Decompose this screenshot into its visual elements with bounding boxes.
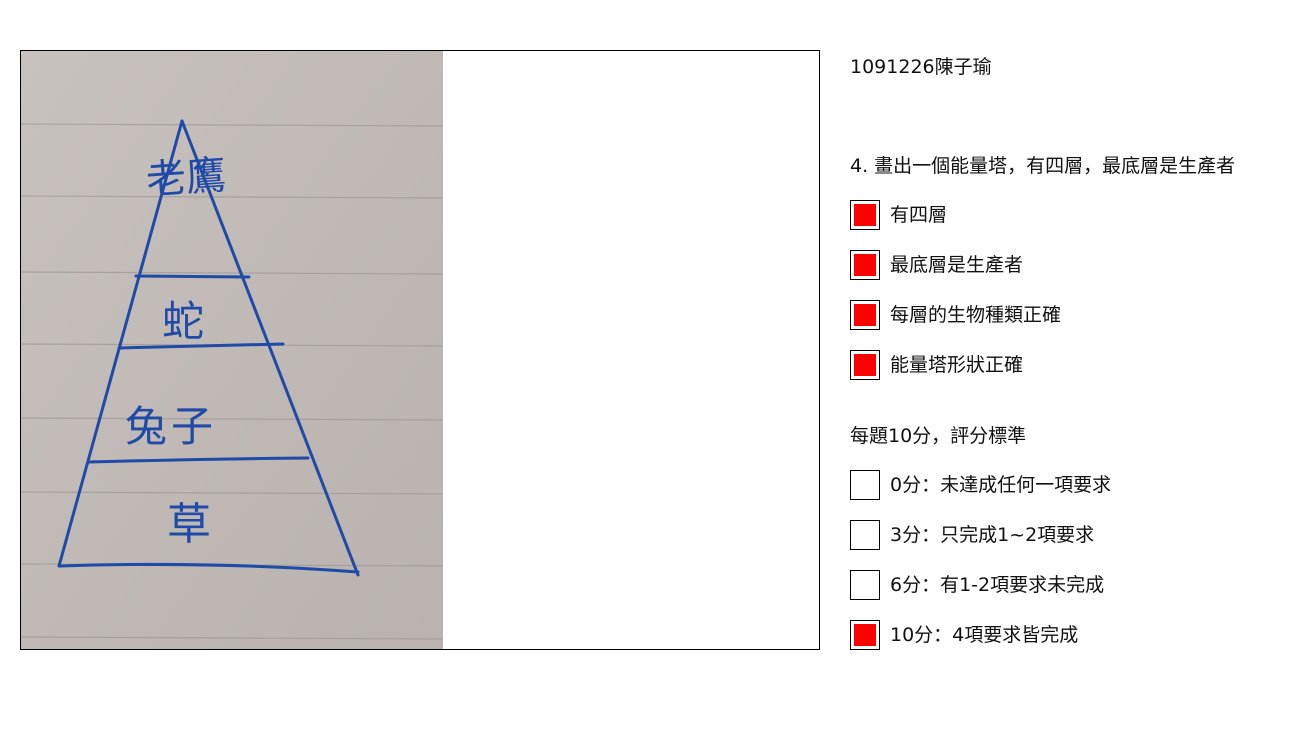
question-text: 4. 畫出一個能量塔，有四層，最底層是生產者 (850, 155, 1236, 177)
score-option-row-10[interactable]: 10分：4項要求皆完成 (850, 620, 1078, 650)
score-option-label-6: 6分：有1-2項要求未完成 (890, 574, 1105, 596)
score-option-checkbox-10[interactable] (850, 620, 880, 650)
requirement-checkbox-4[interactable] (850, 350, 880, 380)
score-option-label-10: 10分：4項要求皆完成 (890, 624, 1079, 646)
score-option-label-0: 0分：未達成任何一項要求 (890, 474, 1112, 496)
tier-label-third: 兔子 (125, 402, 217, 451)
drawing-frame: 老鷹 蛇 兔子 草 (20, 50, 820, 650)
score-option-checkbox-0[interactable] (850, 470, 880, 500)
score-option-row-0[interactable]: 0分：未達成任何一項要求 (850, 470, 1111, 500)
notebook-paper (21, 51, 443, 649)
score-option-checkbox-3[interactable] (850, 520, 880, 550)
student-drawing-photo: 老鷹 蛇 兔子 草 (21, 51, 443, 649)
grading-panel: 1091226陳子瑜 4. 畫出一個能量塔，有四層，最底層是生產者 有四層 最底… (850, 0, 1290, 750)
scoring-title: 每題10分，評分標準 (850, 425, 1027, 447)
score-option-row-3[interactable]: 3分：只完成1~2項要求 (850, 520, 1094, 550)
requirement-row-1[interactable]: 有四層 (850, 200, 947, 230)
requirement-row-2[interactable]: 最底層是生產者 (850, 250, 1023, 280)
requirement-label-1: 有四層 (890, 204, 948, 226)
tier-label-top: 老鷹 (145, 152, 228, 203)
requirement-label-3: 每層的生物種類正確 (890, 304, 1062, 326)
requirement-label-4: 能量塔形狀正確 (890, 354, 1024, 376)
requirement-row-4[interactable]: 能量塔形狀正確 (850, 350, 1023, 380)
requirement-label-2: 最底層是生產者 (890, 254, 1024, 276)
score-option-row-6[interactable]: 6分：有1-2項要求未完成 (850, 570, 1104, 600)
requirement-checkbox-1[interactable] (850, 200, 880, 230)
requirement-checkbox-3[interactable] (850, 300, 880, 330)
score-option-checkbox-6[interactable] (850, 570, 880, 600)
score-option-label-3: 3分：只完成1~2項要求 (890, 524, 1095, 546)
tier-label-second: 蛇 (162, 297, 204, 346)
tier-label-bottom: 草 (167, 499, 211, 550)
requirement-row-3[interactable]: 每層的生物種類正確 (850, 300, 1061, 330)
requirement-checkbox-2[interactable] (850, 250, 880, 280)
student-id: 1091226陳子瑜 (850, 56, 992, 78)
